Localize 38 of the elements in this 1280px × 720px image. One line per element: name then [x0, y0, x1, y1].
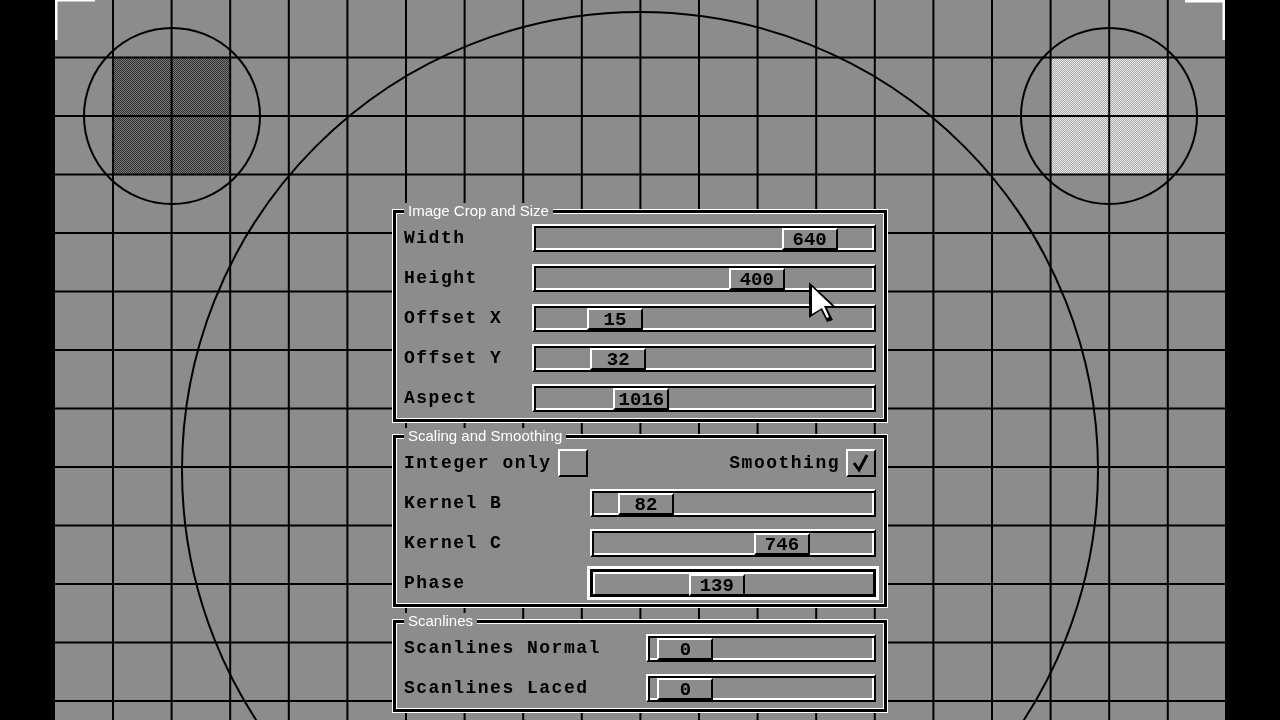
- checkbox[interactable]: [557, 449, 588, 477]
- checkbox-label: Integer only: [404, 453, 552, 473]
- slider-knob[interactable]: 1016: [613, 388, 670, 410]
- checkbox[interactable]: [846, 449, 876, 477]
- slider-label: Phase: [404, 573, 467, 593]
- slider-track[interactable]: 0: [646, 634, 876, 662]
- slider-label: Width: [404, 228, 467, 248]
- group-title: Scaling and Smoothing: [404, 428, 567, 444]
- slider-label: Height: [404, 268, 479, 288]
- slider-knob[interactable]: 32: [590, 348, 647, 370]
- slider-label: Kernel C: [404, 533, 504, 553]
- group-title: Scanlines: [404, 613, 478, 629]
- checkbox-label: Smoothing: [729, 453, 840, 473]
- slider-track[interactable]: 32: [532, 344, 876, 372]
- slider-label: Scanlines Normal: [404, 638, 602, 658]
- slider-label: Offset Y: [404, 348, 504, 368]
- slider-track[interactable]: 15: [532, 304, 876, 332]
- slider-track[interactable]: 139: [590, 569, 876, 597]
- slider-label: Kernel B: [404, 493, 504, 513]
- slider-knob[interactable]: 0: [657, 638, 714, 660]
- slider-label: Aspect: [404, 388, 479, 408]
- slider-track[interactable]: 1016: [532, 384, 876, 412]
- slider-label: Scanlines Laced: [404, 678, 590, 698]
- checkmark-icon: [851, 453, 871, 473]
- group-title: Image Crop and Size: [404, 203, 553, 219]
- slider-knob[interactable]: 139: [688, 574, 745, 596]
- slider-track[interactable]: 0: [646, 674, 876, 702]
- slider-track[interactable]: 82: [590, 489, 876, 517]
- slider-track[interactable]: 640: [532, 224, 876, 252]
- slider-label: Offset X: [404, 308, 504, 328]
- slider-track[interactable]: 746: [590, 529, 876, 557]
- slider-knob[interactable]: 640: [781, 228, 838, 250]
- slider-knob[interactable]: 0: [657, 678, 714, 700]
- slider-knob[interactable]: 746: [753, 533, 810, 555]
- slider-track[interactable]: 400: [532, 264, 876, 292]
- slider-knob[interactable]: 82: [617, 493, 674, 515]
- slider-knob[interactable]: 400: [728, 268, 785, 290]
- slider-knob[interactable]: 15: [586, 308, 643, 330]
